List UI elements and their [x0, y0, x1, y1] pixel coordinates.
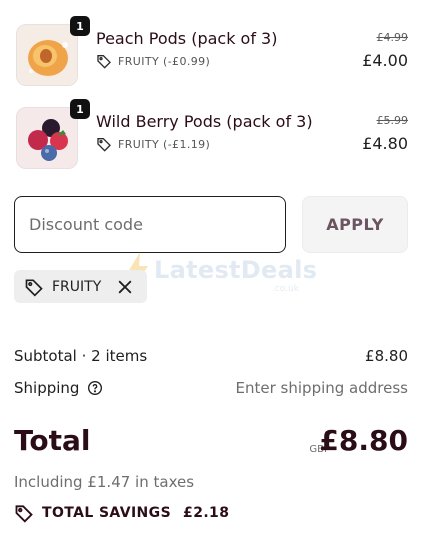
shipping-label-group: Shipping [14, 379, 103, 397]
watermark-sub: .co.uk [272, 284, 299, 294]
close-icon[interactable] [115, 277, 135, 297]
savings-label: TOTAL SAVINGS [42, 505, 172, 521]
discount-code-input[interactable] [14, 196, 286, 253]
total-label: Total [14, 424, 91, 457]
tag-icon [97, 138, 111, 152]
original-price: £5.99 [376, 114, 409, 127]
item-discount-label: FRUITY (-£0.99) [118, 54, 211, 68]
item-discount: FRUITY (-£0.99) [96, 53, 210, 69]
applied-code-label: FRUITY [52, 278, 102, 295]
watermark-text: LatestDeals [154, 256, 318, 284]
subtotal-value: £8.80 [365, 347, 408, 365]
line-item-wild-berry: 1 Wild Berry Pods (pack of 3) FRUITY (-£… [14, 99, 409, 173]
total-amount: £8.80 [319, 424, 408, 457]
tax-note: Including £1.47 in taxes [14, 473, 195, 491]
tag-icon [15, 505, 33, 523]
original-price: £4.99 [376, 31, 409, 44]
savings-amount: £2.18 [183, 505, 230, 521]
discounted-price: £4.80 [362, 134, 408, 153]
shipping-label: Shipping [14, 379, 80, 397]
product-thumbnail: 1 [16, 16, 90, 86]
total-savings: TOTAL SAVINGS £2.18 [14, 503, 229, 523]
subtotal-label: Subtotal · 2 items [14, 347, 148, 365]
quantity-badge: 1 [70, 16, 90, 36]
quantity-badge: 1 [70, 99, 90, 119]
tag-icon [97, 55, 111, 69]
shipping-value: Enter shipping address [235, 379, 408, 397]
berries-image [16, 107, 78, 169]
watermark-logo: LatestDeals .co.uk [124, 250, 318, 296]
apply-button[interactable]: APPLY [302, 196, 408, 253]
item-discount: FRUITY (-£1.19) [96, 136, 210, 152]
item-discount-label: FRUITY (-£1.19) [118, 137, 211, 151]
peach-image [16, 24, 78, 86]
item-title: Wild Berry Pods (pack of 3) [96, 112, 313, 131]
applied-discount-chip: FRUITY [14, 270, 148, 303]
item-title: Peach Pods (pack of 3) [96, 29, 278, 48]
tag-icon [25, 279, 43, 297]
line-item-peach: 1 Peach Pods (pack of 3) FRUITY (-£0.99)… [14, 16, 409, 90]
help-circle-icon[interactable] [87, 380, 103, 396]
discounted-price: £4.00 [362, 51, 408, 70]
product-thumbnail: 1 [16, 99, 90, 169]
